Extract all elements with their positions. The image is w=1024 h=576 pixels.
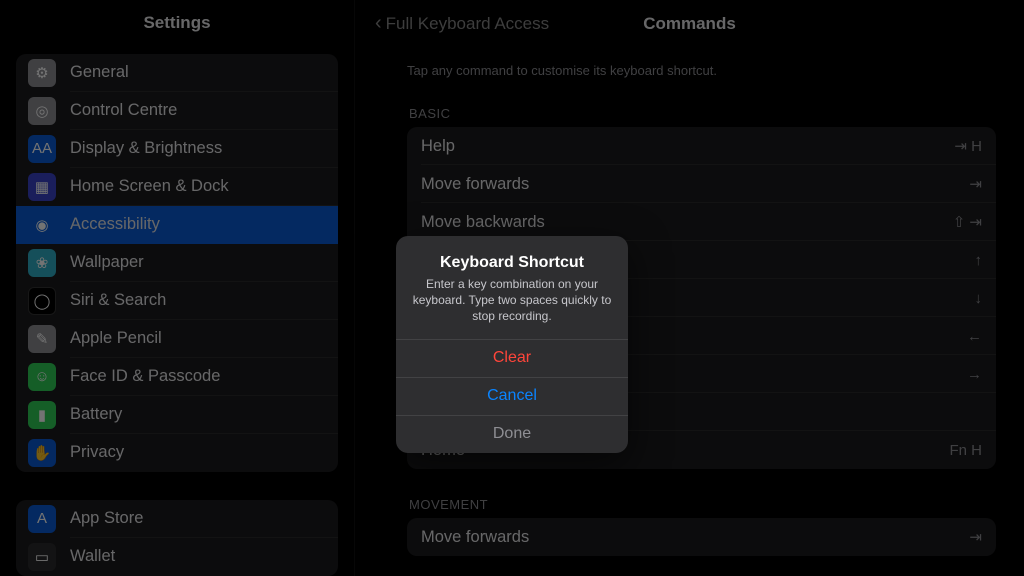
modal-body: Keyboard Shortcut Enter a key combinatio…	[396, 236, 628, 339]
done-button[interactable]: Done	[396, 415, 628, 453]
cancel-button[interactable]: Cancel	[396, 377, 628, 415]
keyboard-shortcut-modal: Keyboard Shortcut Enter a key combinatio…	[396, 236, 628, 453]
modal-title: Keyboard Shortcut	[410, 254, 614, 272]
clear-button[interactable]: Clear	[396, 339, 628, 377]
modal-message: Enter a key combination on your keyboard…	[410, 276, 614, 325]
